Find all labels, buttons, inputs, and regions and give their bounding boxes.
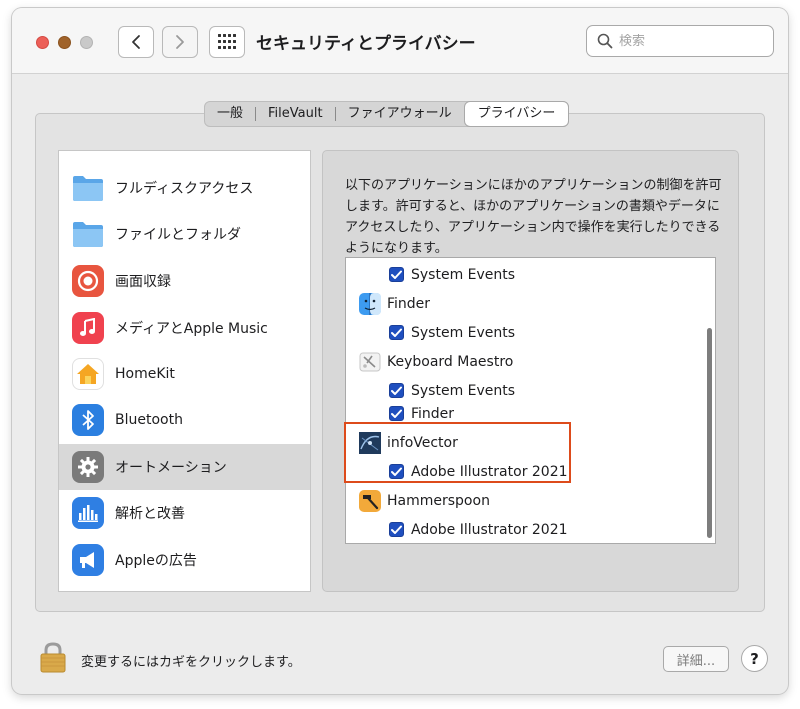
forward-button[interactable] (162, 26, 198, 58)
sidebar-item-label: フルディスクアクセス (115, 181, 254, 197)
chevron-left-icon (132, 35, 140, 49)
permission-label: Adobe Illustrator 2021 (411, 521, 568, 538)
sidebar-item-screen-recording[interactable]: 画面収録 (59, 258, 310, 304)
tab-firewall[interactable]: ファイアウォール (336, 102, 464, 126)
sidebar-item-automation[interactable]: オートメーション (59, 444, 310, 490)
lock-message: 変更するにはカギをクリックします。 (81, 655, 301, 670)
privacy-category-list: フルディスクアクセス ファイルとフォルダ 画面収録 メディアとApple Mus… (58, 150, 311, 592)
list-item: System Events (346, 263, 715, 286)
minimize-button[interactable] (58, 36, 71, 49)
close-button[interactable] (36, 36, 49, 49)
permission-label: System Events (411, 266, 516, 283)
permission-label: System Events (411, 382, 516, 399)
home-icon (72, 358, 104, 390)
list-scrollbar[interactable] (707, 328, 712, 538)
tab-bar: 一般 FileVault ファイアウォール プライバシー (204, 101, 570, 127)
gear-icon (72, 451, 104, 483)
checkmark-icon (391, 409, 402, 418)
tab-privacy[interactable]: プライバシー (463, 101, 570, 127)
sidebar-item-label: オートメーション (115, 460, 227, 476)
finder-icon (359, 292, 381, 315)
checkmark-icon (391, 525, 402, 534)
permission-checkbox[interactable] (389, 267, 404, 282)
app-name: Keyboard Maestro (387, 353, 514, 370)
list-item: Hammerspoon (346, 489, 715, 512)
sidebar-item-apple-advertising[interactable]: Appleの広告 (59, 537, 310, 583)
sidebar-item-label: メディアとApple Music (115, 321, 268, 337)
help-button[interactable]: ? (741, 645, 768, 672)
permission-label: System Events (411, 324, 516, 341)
list-item: Finder (346, 292, 715, 315)
details-button[interactable]: 詳細... (663, 646, 729, 672)
list-item: System Events (346, 321, 715, 344)
folder-icon (72, 172, 104, 204)
list-item: System Events (346, 379, 715, 402)
app-name: Hammerspoon (387, 492, 490, 509)
automation-pane: 以下のアプリケーションにほかのアプリケーションの制御を許可します。許可すると、ほ… (322, 150, 739, 592)
zoom-button[interactable] (80, 36, 93, 49)
permission-checkbox[interactable] (389, 522, 404, 537)
music-icon (72, 312, 104, 344)
window-title: セキュリティとプライバシー (256, 34, 476, 54)
title-bar: セキュリティとプライバシー (12, 8, 788, 74)
tab-filevault[interactable]: FileVault (256, 102, 335, 126)
tab-general[interactable]: 一般 (205, 102, 255, 126)
search-input[interactable] (619, 33, 759, 49)
checkmark-icon (391, 386, 402, 395)
screen-record-icon (72, 265, 104, 297)
permission-checkbox[interactable] (389, 406, 404, 421)
sidebar-item-label: Bluetooth (115, 412, 183, 428)
automation-description: 以下のアプリケーションにほかのアプリケーションの制御を許可します。許可すると、ほ… (345, 178, 722, 256)
checkmark-icon (391, 270, 402, 279)
sidebar-item-label: 解析と改善 (115, 506, 185, 522)
folder-icon (72, 218, 104, 250)
chart-icon (72, 497, 104, 529)
permission-checkbox[interactable] (389, 383, 404, 398)
lock-icon[interactable] (40, 641, 66, 673)
sidebar-item-media-and-apple-music[interactable]: メディアとApple Music (59, 305, 310, 351)
hammerspoon-icon (359, 489, 381, 512)
highlight-box (344, 422, 571, 483)
list-item: Keyboard Maestro (346, 350, 715, 373)
sidebar-item-bluetooth[interactable]: Bluetooth (59, 397, 310, 443)
megaphone-icon (72, 544, 104, 576)
sidebar-item-label: ファイルとフォルダ (115, 227, 241, 243)
chevron-right-icon (176, 35, 184, 49)
permission-label: Finder (411, 405, 455, 422)
sidebar-item-files-and-folders[interactable]: ファイルとフォルダ (59, 211, 310, 257)
show-all-button[interactable] (209, 26, 245, 58)
checkmark-icon (391, 328, 402, 337)
sidebar-item-homekit[interactable]: HomeKit (59, 351, 310, 397)
grid-icon (218, 34, 236, 49)
sidebar-item-full-disk-access[interactable]: フルディスクアクセス (59, 165, 310, 211)
app-name: Finder (387, 295, 431, 312)
bluetooth-icon (72, 404, 104, 436)
back-button[interactable] (118, 26, 154, 58)
sidebar-item-label: HomeKit (115, 366, 175, 382)
search-icon (597, 33, 613, 49)
sidebar-item-label: 画面収録 (115, 274, 171, 290)
sidebar-item-analytics[interactable]: 解析と改善 (59, 490, 310, 536)
permission-checkbox[interactable] (389, 325, 404, 340)
search-field[interactable] (586, 25, 774, 57)
sidebar-item-label: Appleの広告 (115, 553, 197, 569)
preferences-window: セキュリティとプライバシー 一般 FileVault ファイアウォール プライバ… (12, 8, 788, 694)
list-item: Adobe Illustrator 2021 (346, 518, 715, 541)
automation-app-list[interactable]: System Events Finder System Events Keybo… (345, 257, 716, 544)
keyboard-maestro-icon (359, 352, 381, 371)
